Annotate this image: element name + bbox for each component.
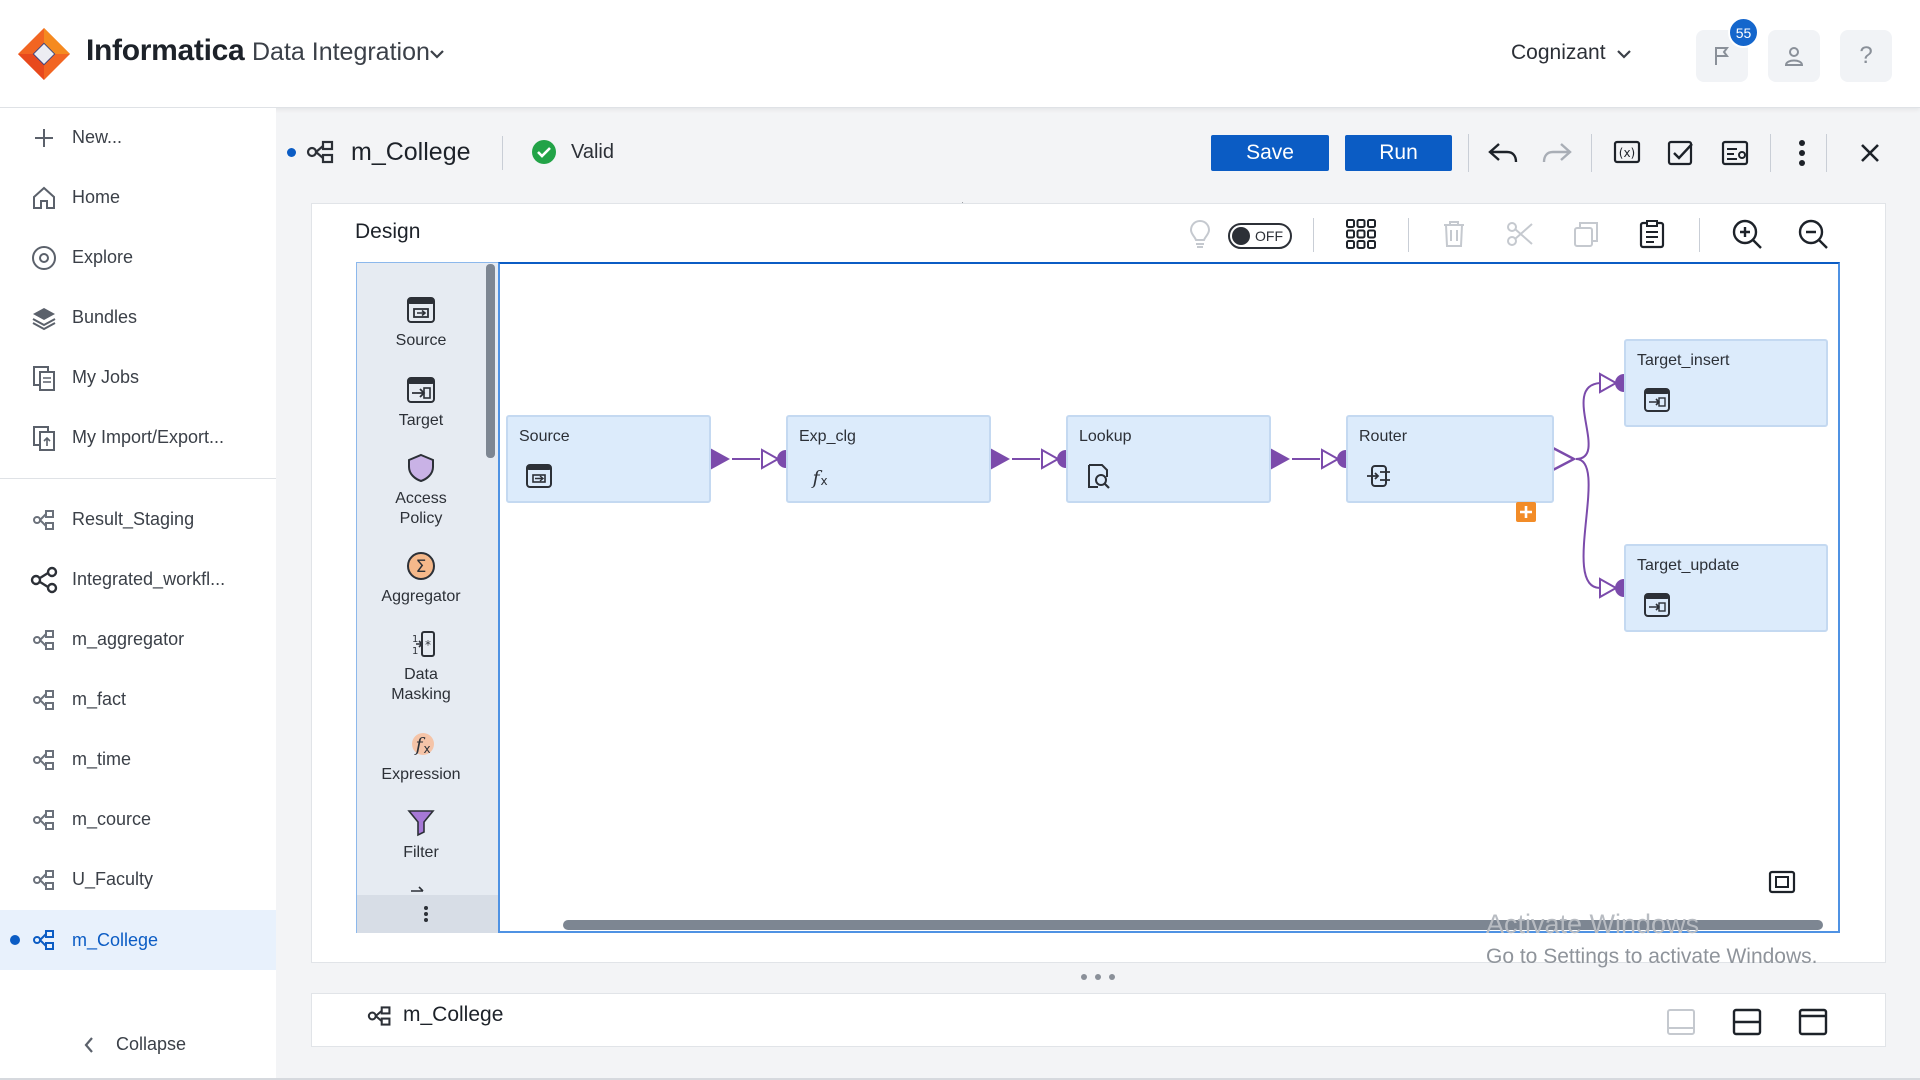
- node-source[interactable]: Source: [506, 415, 711, 503]
- expression-icon: fx: [810, 467, 827, 489]
- node-exp-clg[interactable]: Exp_clg fx: [786, 415, 991, 503]
- source-icon: [526, 464, 552, 488]
- node-target-insert[interactable]: Target_insert: [1624, 339, 1828, 427]
- node-label: Router: [1359, 428, 1408, 445]
- output-port-arrow: [710, 448, 730, 470]
- add-group-button[interactable]: [1516, 502, 1536, 522]
- connector-line: [1575, 458, 1601, 589]
- target-icon: [1644, 593, 1670, 617]
- node-label: Exp_clg: [799, 428, 856, 445]
- panel-resize-handle[interactable]: [1078, 972, 1118, 982]
- node-label: Target_update: [1637, 557, 1740, 574]
- connector-line: [1575, 382, 1601, 460]
- node-label: Lookup: [1079, 428, 1132, 445]
- lookup-icon: [1088, 464, 1110, 489]
- target-icon: [1644, 388, 1670, 412]
- input-port-arrow: [1321, 448, 1341, 470]
- input-port-arrow: [761, 448, 781, 470]
- maximize-panel-button[interactable]: [1798, 1008, 1828, 1036]
- input-port-arrow: [1599, 577, 1619, 599]
- properties-panel-title: m_College: [403, 1003, 504, 1026]
- panel-split-icon: [1732, 1008, 1762, 1036]
- mapping-icon: [366, 1004, 394, 1028]
- input-port-arrow: [1599, 372, 1619, 394]
- router-output-port: [1551, 446, 1577, 472]
- split-panel-button[interactable]: [1732, 1008, 1762, 1036]
- input-port-arrow: [1041, 448, 1061, 470]
- output-port-arrow: [990, 448, 1010, 470]
- node-label: Target_insert: [1637, 352, 1730, 369]
- activation-watermark-text: Go to Settings to activate Windows.: [1486, 945, 1818, 968]
- router-icon: [1367, 465, 1390, 487]
- svg-text:x: x: [820, 474, 827, 488]
- fit-view-icon: [1768, 870, 1796, 894]
- plus-icon: [1520, 506, 1532, 518]
- node-lookup[interactable]: Lookup: [1066, 415, 1271, 503]
- panel-maximize-icon: [1798, 1008, 1828, 1036]
- activation-watermark-title: Activate Windows: [1486, 909, 1700, 939]
- panel-minimize-icon: [1667, 1009, 1695, 1035]
- minimize-panel-button[interactable]: [1666, 1008, 1696, 1036]
- node-target-update[interactable]: Target_update: [1624, 544, 1828, 632]
- fit-to-view-button[interactable]: [1768, 870, 1796, 894]
- output-port-arrow: [1270, 448, 1290, 470]
- node-router[interactable]: Router: [1346, 415, 1554, 503]
- node-label: Source: [519, 428, 570, 445]
- properties-panel: [311, 993, 1886, 1047]
